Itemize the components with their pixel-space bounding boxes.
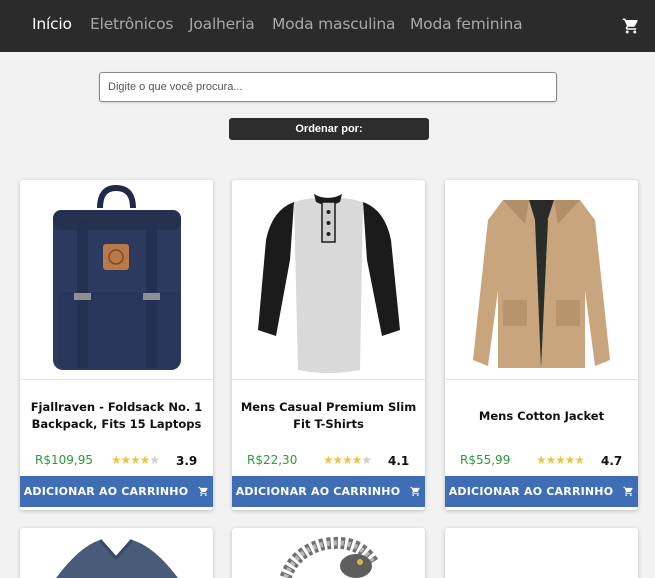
product-title: Mens Cotton Jacket bbox=[478, 408, 605, 423]
product-card: Mens Casual Premium Slim Fit T-Shirts R$… bbox=[232, 180, 425, 510]
cart-icon bbox=[410, 486, 420, 497]
nav-link-inicio[interactable]: Início bbox=[32, 15, 72, 33]
add-to-cart-button[interactable]: ADICIONAR AO CARRINHO bbox=[20, 476, 213, 507]
add-to-cart-label: ADICIONAR AO CARRINHO bbox=[23, 485, 189, 498]
rating-value: 4.7 bbox=[601, 454, 623, 468]
add-to-cart-label: ADICIONAR AO CARRINHO bbox=[235, 485, 401, 498]
product-price: R$22,30 bbox=[247, 453, 298, 467]
shopping-cart-icon[interactable] bbox=[622, 17, 640, 35]
search-input[interactable] bbox=[99, 72, 557, 102]
cart-icon bbox=[198, 486, 208, 497]
product-card: Fjallraven - Foldsack No. 1 Backpack, Fi… bbox=[20, 180, 213, 510]
product-price: R$55,99 bbox=[460, 453, 511, 467]
rating-value: 3.9 bbox=[176, 454, 198, 468]
add-to-cart-button[interactable]: ADICIONAR AO CARRINHO bbox=[445, 476, 638, 507]
nav-link-moda-feminina[interactable]: Moda feminina bbox=[410, 15, 523, 33]
tshirt-image[interactable] bbox=[232, 180, 425, 380]
product-card: Mens Cotton Jacket R$55,99 ★★★★★ 4.7 ADI… bbox=[445, 180, 638, 510]
rating-value: 4.1 bbox=[388, 454, 410, 468]
product-title: Mens Casual Premium Slim Fit T-Shirts bbox=[240, 400, 417, 431]
nav-link-moda-masculina[interactable]: Moda masculina bbox=[272, 15, 395, 33]
product-card-partial bbox=[20, 528, 213, 578]
bracelet-image[interactable] bbox=[232, 528, 425, 578]
add-to-cart-label: ADICIONAR AO CARRINHO bbox=[448, 485, 614, 498]
nav-link-joalheria[interactable]: Joalheria bbox=[189, 15, 255, 33]
nav-link-eletronicos[interactable]: Eletrônicos bbox=[90, 15, 173, 33]
rating-stars: ★★★★★ bbox=[323, 453, 372, 467]
cart-icon bbox=[623, 486, 633, 497]
add-to-cart-button[interactable]: ADICIONAR AO CARRINHO bbox=[232, 476, 425, 507]
product-card-partial bbox=[232, 528, 425, 578]
product-card-partial bbox=[445, 528, 638, 578]
product-title: Fjallraven - Foldsack No. 1 Backpack, Fi… bbox=[30, 400, 203, 431]
rating-stars: ★★★★★ bbox=[536, 453, 585, 467]
blank-image[interactable] bbox=[445, 528, 638, 578]
sort-button[interactable]: Ordenar por: bbox=[229, 118, 429, 140]
rating-stars: ★★★★★ bbox=[111, 453, 160, 467]
top-navbar: Início Eletrônicos Joalheria Moda mascul… bbox=[0, 0, 655, 52]
backpack-image[interactable] bbox=[20, 180, 213, 380]
jacket-image[interactable] bbox=[445, 180, 638, 380]
product-price: R$109,95 bbox=[35, 453, 93, 467]
sweater-image[interactable] bbox=[20, 528, 213, 578]
